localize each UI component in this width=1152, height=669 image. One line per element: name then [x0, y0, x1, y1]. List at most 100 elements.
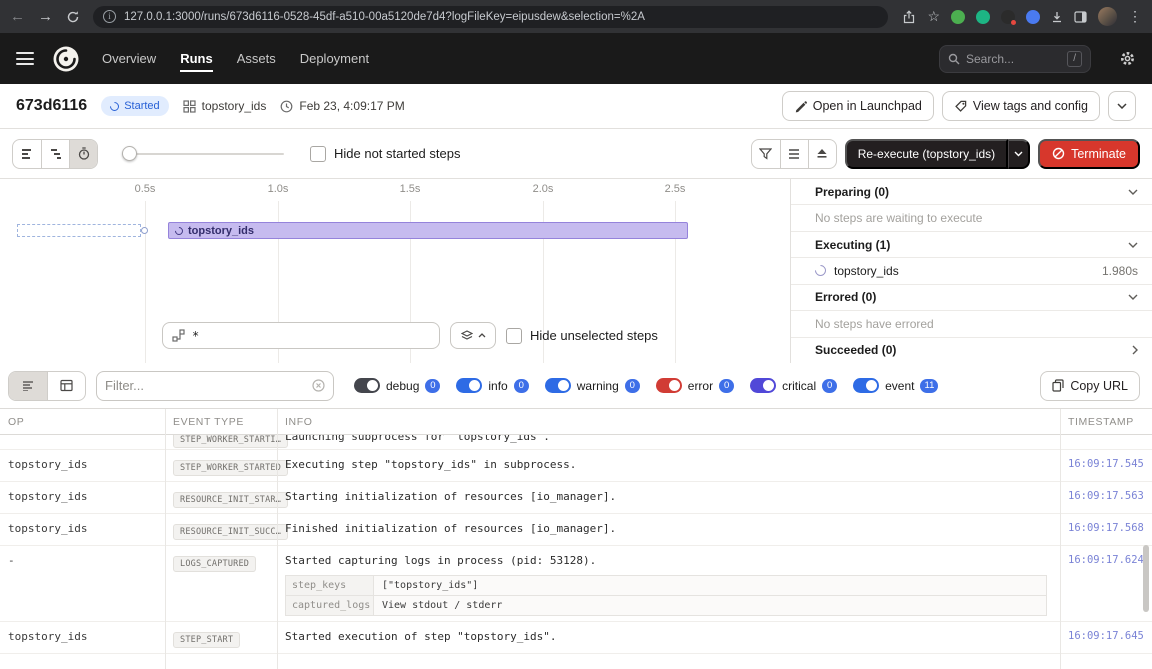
log-timestamp-link[interactable]: 16:09:17.568 — [1060, 519, 1152, 534]
primary-nav: Overview Runs Assets Deployment — [102, 45, 369, 72]
event-type-tag: STEP_WORKER_STARTI… — [173, 435, 288, 448]
dagster-run-page: ← → i 127.0.0.1:3000/runs/673d6116-0528-… — [0, 0, 1152, 669]
log-row[interactable]: - LOGS_CAPTURED Started capturing logs i… — [0, 546, 1152, 622]
fit-zoom-button[interactable] — [450, 322, 496, 349]
log-row[interactable]: topstory_ids STEP_WORKER_STARTED Executi… — [0, 450, 1152, 482]
warning-toggle[interactable] — [545, 378, 571, 393]
extension-icon[interactable] — [1026, 10, 1040, 24]
run-actions-dropdown-button[interactable] — [1108, 91, 1136, 121]
error-toggle[interactable] — [656, 378, 682, 393]
step-running-spinner-icon — [173, 225, 184, 236]
share-icon[interactable] — [902, 10, 916, 24]
extension-icon[interactable] — [976, 10, 990, 24]
browser-back-icon[interactable]: ← — [10, 9, 25, 24]
status-spinner-icon — [108, 100, 121, 113]
run-start-time: Feb 23, 4:09:17 PM — [280, 99, 404, 113]
filter-funnel-icon[interactable] — [752, 140, 780, 168]
gantt-toolbar-right: Re-execute (topstory_ids) Terminate — [751, 139, 1140, 169]
col-info: INFO — [277, 416, 1060, 428]
terminate-button[interactable]: Terminate — [1038, 139, 1140, 169]
step-selector-value: * — [192, 329, 199, 343]
view-waterfall-icon[interactable] — [41, 140, 69, 168]
copy-url-button[interactable]: Copy URL — [1040, 371, 1140, 401]
log-row[interactable]: topstory_ids RESOURCE_INIT_STAR… Startin… — [0, 482, 1152, 514]
view-stdout-stderr-link[interactable]: View stdout / stderr — [374, 596, 1046, 615]
gantt-step-bar[interactable]: topstory_ids — [168, 222, 688, 239]
extension-icon[interactable] — [951, 10, 965, 24]
reexecute-dropdown-button[interactable] — [1008, 139, 1030, 169]
site-info-icon[interactable]: i — [103, 10, 116, 23]
row-list-icon[interactable] — [780, 140, 808, 168]
hide-not-started-label: Hide not started steps — [334, 146, 460, 161]
log-scrollbar[interactable] — [1143, 545, 1149, 612]
gantt-step-label: topstory_ids — [188, 225, 254, 237]
open-in-launchpad-button[interactable]: Open in Launchpad — [782, 91, 934, 121]
nav-item-runs[interactable]: Runs — [180, 45, 213, 72]
search-placeholder: Search... — [966, 52, 1061, 66]
gantt-chart[interactable]: 0.5s 1.0s 1.5s 2.0s 2.5s topstory_ids — [0, 179, 790, 363]
log-filter-field[interactable] — [96, 371, 334, 401]
section-errored[interactable]: Errored (0) — [791, 285, 1152, 311]
global-search[interactable]: Search... / — [939, 45, 1091, 73]
nav-item-overview[interactable]: Overview — [102, 45, 156, 72]
warning-count-badge: 0 — [625, 379, 640, 393]
nav-item-deployment[interactable]: Deployment — [300, 45, 369, 72]
event-toggle[interactable] — [853, 378, 879, 393]
browser-profile-avatar[interactable] — [1098, 7, 1117, 26]
section-succeeded[interactable]: Succeeded (0) — [791, 338, 1152, 363]
extension-icon[interactable] — [1001, 10, 1015, 24]
browser-forward-icon[interactable]: → — [38, 9, 53, 24]
hide-not-started-checkbox[interactable] — [310, 146, 326, 162]
critical-toggle[interactable] — [750, 378, 776, 393]
gantt-view-mode-control — [12, 139, 98, 169]
view-timed-icon[interactable] — [69, 140, 97, 168]
executing-step-row[interactable]: topstory_ids 1.980s — [791, 258, 1152, 284]
side-panel-icon[interactable] — [1074, 11, 1087, 23]
section-executing[interactable]: Executing (1) — [791, 232, 1152, 258]
bookmark-star-icon[interactable]: ☆ — [927, 8, 940, 25]
log-filter-input[interactable] — [105, 378, 306, 393]
url-bar[interactable]: i 127.0.0.1:3000/runs/673d6116-0528-45df… — [93, 6, 888, 28]
op-graph-icon — [172, 329, 185, 342]
log-row[interactable]: STEP_WORKER_STARTI… Launching subprocess… — [0, 435, 1152, 450]
reexecute-button[interactable]: Re-execute (topstory_ids) — [845, 139, 1008, 169]
event-type-tag: STEP_WORKER_STARTED — [173, 460, 288, 476]
collapse-eject-icon[interactable] — [808, 140, 836, 168]
log-timestamp-link[interactable]: 16:09:17.563 — [1060, 487, 1152, 502]
info-toggle[interactable] — [456, 378, 482, 393]
browser-menu-icon[interactable]: ⋮ — [1128, 8, 1142, 25]
view-flat-icon[interactable] — [13, 140, 41, 168]
hide-unselected-checkbox[interactable] — [506, 328, 522, 344]
clear-filter-icon[interactable] — [312, 379, 325, 392]
log-timestamp-link[interactable]: 16:09:17.645 — [1060, 627, 1152, 642]
col-op: OP — [0, 416, 165, 428]
zoom-slider[interactable] — [122, 139, 284, 169]
column-divider — [1060, 409, 1061, 669]
browser-actions: ☆ ⋮ — [902, 7, 1142, 26]
log-timestamp-link[interactable]: 16:09:17.624 — [1060, 551, 1152, 566]
downloads-icon[interactable] — [1051, 11, 1063, 23]
zoom-slider-knob[interactable] — [122, 146, 137, 161]
zoom-slider-track[interactable] — [122, 153, 284, 155]
log-table-view-icon[interactable] — [47, 372, 85, 400]
log-row[interactable]: topstory_ids STEP_START Started executio… — [0, 622, 1152, 654]
run-header-actions: Open in Launchpad View tags and config — [782, 91, 1136, 121]
log-table[interactable]: OP EVENT TYPE INFO TIMESTAMP STEP_WORKER… — [0, 409, 1152, 669]
section-preparing[interactable]: Preparing (0) — [791, 179, 1152, 205]
step-selector-input[interactable]: * — [162, 322, 440, 349]
debug-toggle[interactable] — [354, 378, 380, 393]
log-row[interactable]: topstory_ids RESOURCE_INIT_SUCC… Finishe… — [0, 514, 1152, 546]
view-tags-config-button[interactable]: View tags and config — [942, 91, 1100, 121]
dagster-logo[interactable] — [52, 45, 80, 73]
log-list-view-icon[interactable] — [9, 372, 47, 400]
axis-tick: 0.5s — [135, 183, 156, 195]
log-timestamp-link[interactable]: 16:09:17.545 — [1060, 455, 1152, 470]
log-toolbar: debug 0 info 0 warning 0 error 0 critica… — [0, 363, 1152, 409]
nav-item-assets[interactable]: Assets — [237, 45, 276, 72]
run-job-name[interactable]: topstory_ids — [183, 99, 267, 113]
log-metadata-table: step_keys ["topstory_ids"] captured_logs… — [285, 575, 1047, 616]
col-timestamp: TIMESTAMP — [1060, 416, 1152, 428]
hamburger-menu-icon[interactable] — [16, 52, 34, 65]
browser-refresh-icon[interactable] — [66, 10, 80, 24]
settings-gear-icon[interactable] — [1119, 50, 1136, 67]
